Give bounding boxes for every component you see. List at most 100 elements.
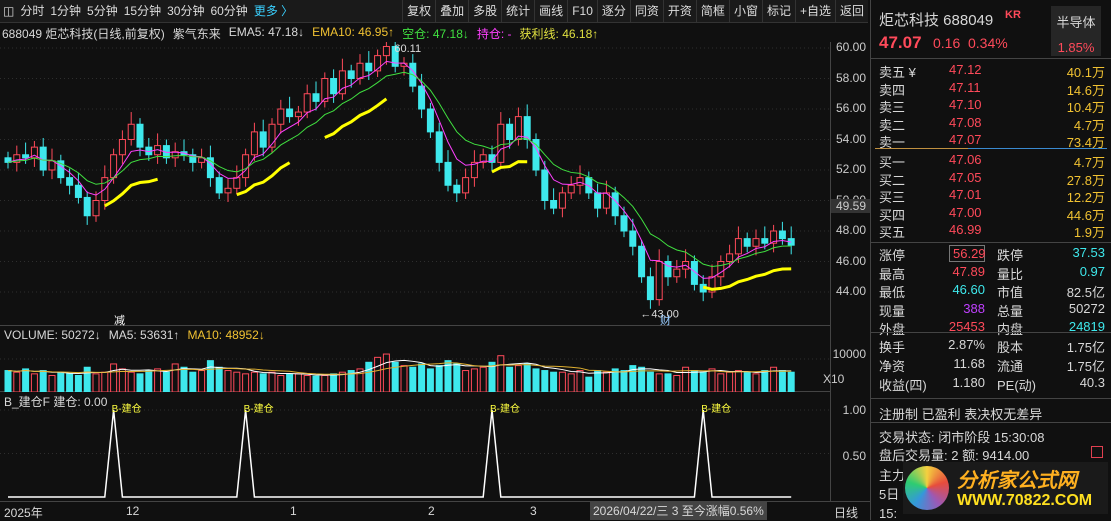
indicator-chart[interactable]: B-建仓 B-建仓 B-建仓 B-建仓	[0, 392, 830, 501]
volume-bar	[418, 363, 426, 392]
period-3[interactable]: 5分钟	[84, 0, 121, 23]
indicator-tick: 0.50	[842, 449, 866, 463]
action-button[interactable]: 画线	[534, 0, 567, 23]
bid-row[interactable]: 买二 47.05 27.8万	[879, 170, 1105, 188]
action-button[interactable]: 复权	[402, 0, 435, 23]
signal-label: B-建仓	[701, 402, 731, 415]
stat-label: 换手	[879, 340, 906, 355]
bid-row[interactable]: 买一 47.06 4.7万	[879, 152, 1105, 170]
volume-bar	[92, 373, 100, 392]
action-button[interactable]: 逐分	[596, 0, 630, 23]
candle	[426, 108, 434, 133]
bid-row[interactable]: 买四 47.00 44.6万	[879, 205, 1105, 223]
profit-line	[104, 177, 158, 208]
price-chart[interactable]: 60.11 ←43.00 减财	[0, 42, 830, 326]
chart-icon[interactable]	[1091, 446, 1103, 458]
ema10-line	[7, 71, 792, 267]
stat-value: 40.3	[1079, 375, 1105, 390]
action-button[interactable]: 开资	[662, 0, 696, 23]
price-tick: 44.00	[835, 284, 866, 298]
ask-row[interactable]: 卖三 47.10 10.4万	[879, 97, 1105, 115]
volume-bar	[541, 370, 549, 392]
indicator-name[interactable]: 紫气东来	[173, 25, 221, 41]
volume-ma5: MA5: 53631↑	[108, 328, 180, 342]
volume-bar	[699, 371, 707, 392]
ask-row[interactable]: 卖五 ¥ 47.12 40.1万	[879, 62, 1105, 80]
action-button[interactable]: F10	[567, 0, 597, 23]
volume-ma10: MA10: 48952↓	[187, 328, 265, 342]
back-button[interactable]: 返回	[834, 0, 868, 23]
x-label: 2025年	[4, 506, 43, 520]
action-button[interactable]: 多股	[468, 0, 501, 23]
ask-row[interactable]: 卖一 47.07 73.4万	[879, 132, 1105, 150]
period-4[interactable]: 15分钟	[121, 0, 164, 23]
candle	[259, 131, 267, 148]
volume-tick: 10000	[832, 347, 866, 361]
stat-label: 最低	[879, 285, 906, 300]
action-button[interactable]: 同资	[629, 0, 663, 23]
more-button[interactable]: 更多 〉	[251, 0, 296, 23]
add-watchlist-button[interactable]: +自选	[794, 0, 835, 23]
stat-label: 股本	[997, 340, 1024, 355]
volume-unit: X10	[823, 372, 845, 386]
volume-bar	[506, 366, 514, 392]
candle	[778, 230, 786, 240]
volume-bar	[321, 375, 329, 392]
ask-row[interactable]: 卖二 47.08 4.7万	[879, 115, 1105, 133]
period-1[interactable]: 分时	[17, 0, 47, 23]
price-tick: 60.00	[835, 40, 866, 54]
ema5-value: EMA5: 47.18↓	[228, 25, 305, 39]
chart-title: 688049 炬芯科技(日线,前复权)	[2, 27, 165, 41]
current-price-label: 49.59	[831, 198, 870, 213]
cai-marker: 财	[660, 313, 671, 326]
stat-value: 50272	[1068, 300, 1105, 316]
candle	[92, 200, 100, 217]
action-button[interactable]: 标记	[761, 0, 795, 23]
volume-bar	[690, 370, 698, 392]
period-5[interactable]: 30分钟	[164, 0, 207, 23]
candle	[761, 238, 769, 244]
period-2[interactable]: 1分钟	[47, 0, 84, 23]
candle	[664, 261, 672, 278]
action-button[interactable]: 小窗	[728, 0, 762, 23]
volume-bar	[259, 373, 267, 392]
stat-label: 流通	[997, 359, 1024, 374]
volume-bar	[374, 356, 382, 392]
action-button[interactable]: 简框	[695, 0, 729, 23]
volume-bar	[215, 366, 223, 392]
logo-url: WWW.70822.COM	[957, 492, 1093, 509]
cursor-info: 2026/04/22/三 3 至今涨幅0.56%	[590, 502, 767, 520]
volume-bar	[74, 375, 82, 392]
candle	[250, 131, 258, 156]
volume-bar	[734, 370, 742, 392]
x-label: 12	[126, 504, 140, 518]
volume-bar	[66, 373, 74, 392]
action-button[interactable]: 叠加	[435, 0, 468, 23]
volume-bar	[558, 371, 566, 392]
bid-row[interactable]: 买五 46.99 1.9万	[879, 222, 1105, 240]
candle	[673, 268, 681, 278]
period-6[interactable]: 60分钟	[207, 0, 250, 23]
level-price: 47.06	[949, 152, 982, 167]
volume-bar	[523, 363, 531, 392]
x-label: 2	[428, 504, 435, 518]
period-label[interactable]: 日线	[834, 504, 858, 521]
indicator-tick: 1.00	[842, 403, 866, 417]
candle	[242, 154, 250, 179]
volume-bar	[57, 371, 65, 392]
volume-chart[interactable]	[0, 342, 830, 392]
action-button[interactable]: 统计	[501, 0, 534, 23]
candle	[215, 177, 223, 194]
sidebar-toggle-button[interactable]: ◫	[0, 0, 17, 23]
stat-row: 换手 2.87% 股本 1.75亿	[879, 337, 1105, 355]
ask-row[interactable]: 卖四 47.11 14.6万	[879, 80, 1105, 98]
profit-line	[702, 267, 792, 291]
candle	[356, 62, 364, 79]
volume-bar	[594, 370, 602, 392]
sector-box[interactable]: 半导体 1.85%	[1051, 6, 1101, 56]
level-label: 买四	[879, 207, 906, 223]
volume-bar	[752, 373, 760, 392]
candle	[83, 196, 91, 217]
stat-value: 0.97	[1079, 263, 1105, 279]
bid-row[interactable]: 买三 47.01 12.2万	[879, 187, 1105, 205]
